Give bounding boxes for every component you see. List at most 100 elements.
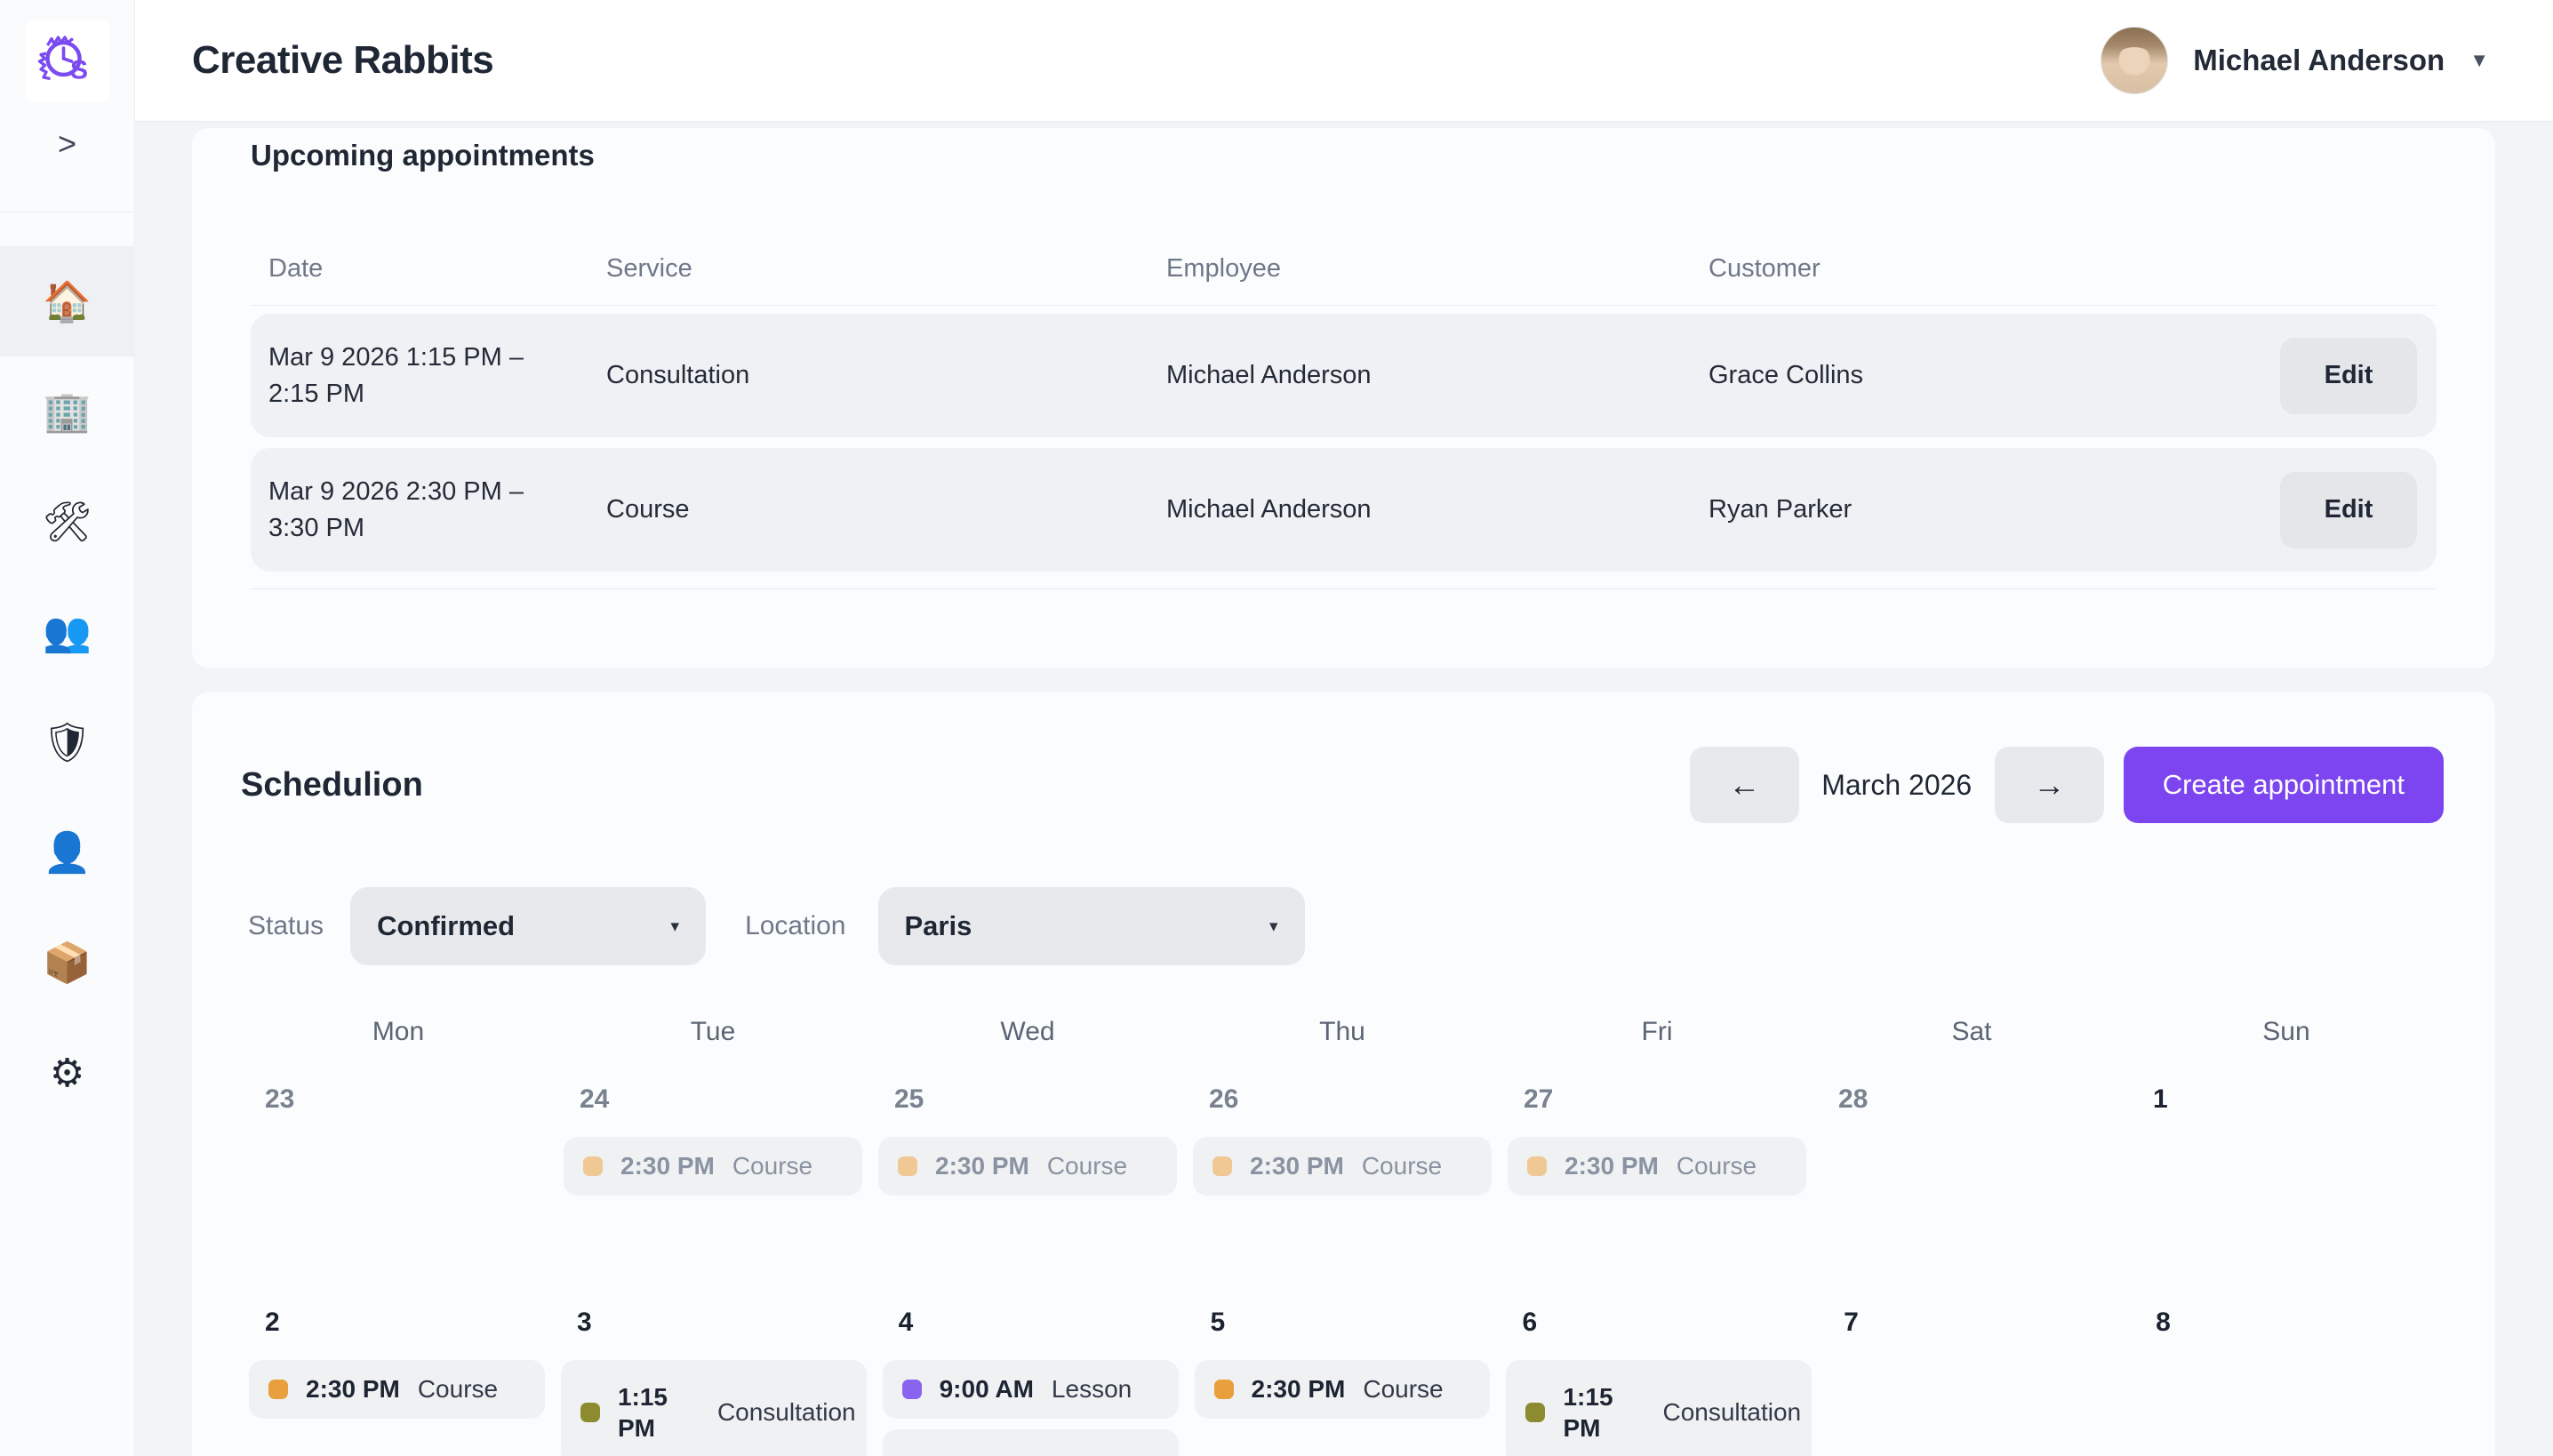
upcoming-appointments-title: Upcoming appointments	[251, 139, 2437, 172]
event-chip-partial[interactable]	[883, 1429, 1179, 1456]
weekday-label: Fri	[1500, 1017, 1814, 1047]
day-number: 28	[1822, 1084, 2121, 1115]
column-header-customer: Customer	[1709, 254, 2224, 284]
home-icon: 🏠	[43, 278, 92, 324]
day-events: 1:15 PM Consultation	[1506, 1360, 1812, 1456]
appointment-service: Course	[606, 495, 1166, 524]
sidebar-item-security[interactable]: 🛡	[0, 687, 134, 797]
calendar-day-cell: 272:30 PMCourse	[1500, 1084, 1814, 1196]
calendar-weekday-header: MonTueWedThuFriSatSun	[241, 1017, 2444, 1047]
day-events: 9:00 AMLesson	[883, 1360, 1179, 1456]
status-select[interactable]: Confirmed ▾	[350, 887, 706, 965]
sidebar-item-services[interactable]: 🛠	[0, 467, 134, 577]
appointment-service: Consultation	[606, 361, 1166, 390]
calendar-week-row: 23242:30 PMCourse252:30 PMCourse262:30 P…	[241, 1084, 2444, 1196]
day-number: 7	[1828, 1308, 2124, 1338]
avatar[interactable]	[2101, 27, 2168, 94]
day-events: 2:30 PM Course	[249, 1360, 545, 1419]
weekday-label: Mon	[241, 1017, 556, 1047]
calendar-day-cell: 2 2:30 PM Course	[241, 1308, 553, 1419]
event-time: 1:15 PM	[1563, 1381, 1645, 1444]
chevron-down-icon[interactable]: ▼	[2469, 49, 2489, 72]
weekday-label: Wed	[870, 1017, 1185, 1047]
edit-button[interactable]: Edit	[2280, 338, 2417, 414]
customers-icon: 👤	[43, 829, 92, 876]
location-select-value: Paris	[905, 910, 972, 942]
next-month-button[interactable]: →	[1995, 747, 2104, 823]
event-chip[interactable]: 2:30 PMCourse	[1508, 1137, 1806, 1196]
schedule-header: Schedulion ← March 2026 → Create appoint…	[241, 747, 2444, 823]
appointment-date: Mar 9 2026 1:15 PM –2:15 PM	[268, 340, 606, 412]
schedule-controls: ← March 2026 → Create appointment	[1690, 747, 2444, 823]
appointment-customer: Grace Collins	[1709, 361, 2224, 390]
event-chip[interactable]: 2:30 PM Course	[564, 1137, 862, 1196]
calendar-day-cell: 1	[2129, 1084, 2444, 1115]
event-chip[interactable]: 2:30 PMCourse	[1195, 1360, 1491, 1419]
day-number: 5	[1195, 1308, 1491, 1338]
day-events: 2:30 PMCourse	[1508, 1137, 1806, 1196]
weekday-label: Sun	[2129, 1017, 2444, 1047]
calendar-day-cell: 24 2:30 PM Course	[556, 1084, 870, 1196]
day-events: 1:15 PMConsultation	[561, 1360, 867, 1456]
schedule-card: Schedulion ← March 2026 → Create appoint…	[191, 691, 2496, 1456]
day-number: 2	[249, 1308, 545, 1338]
weekday-label: Thu	[1185, 1017, 1500, 1047]
services-icon: 🛠	[43, 499, 92, 545]
event-time: 2:30 PM	[620, 1152, 715, 1180]
event-color-dot	[1214, 1380, 1234, 1399]
event-time: 2:30 PM	[306, 1375, 400, 1404]
appointments-table-header: Date Service Employee Customer	[251, 254, 2437, 306]
sidebar-item-products[interactable]: 📦	[0, 908, 134, 1018]
event-chip[interactable]: 1:15 PMConsultation	[561, 1360, 867, 1456]
appointment-employee: Michael Anderson	[1166, 495, 1709, 524]
sidebar-item-customers[interactable]: 👤	[0, 797, 134, 908]
event-chip[interactable]: 2:30 PM Course	[249, 1360, 545, 1419]
arrow-left-icon: ←	[1728, 766, 1760, 803]
event-service: Course	[732, 1152, 812, 1180]
content: Upcoming appointments Date Service Emplo…	[135, 122, 2553, 1456]
event-time: 2:30 PM	[1252, 1375, 1346, 1404]
prev-month-button[interactable]: ←	[1690, 747, 1799, 823]
settings-icon: ⚙	[50, 1051, 84, 1096]
security-icon: 🛡	[43, 719, 92, 765]
sidebar-item-settings[interactable]: ⚙	[0, 1018, 134, 1128]
day-number: 23	[249, 1084, 548, 1115]
calendar-day-cell: 3 1:15 PMConsultation	[553, 1308, 875, 1456]
appointment-employee: Michael Anderson	[1166, 361, 1709, 390]
table-row: Mar 9 2026 1:15 PM –2:15 PMConsultationM…	[251, 314, 2437, 437]
arrow-right-icon: →	[2033, 766, 2065, 803]
event-time: 2:30 PM	[1565, 1152, 1659, 1180]
event-chip[interactable]: 2:30 PMCourse	[1193, 1137, 1492, 1196]
day-number: 3	[561, 1308, 867, 1338]
event-service: Course	[418, 1375, 498, 1404]
table-bottom-divider	[251, 588, 2437, 589]
event-time: 2:30 PM	[935, 1152, 1029, 1180]
event-service: Lesson	[1052, 1375, 1132, 1404]
employees-icon: 👥	[43, 609, 92, 655]
lion-clock-logo-icon: S	[36, 29, 100, 93]
day-number: 24	[564, 1084, 862, 1115]
appointments-table-body: Mar 9 2026 1:15 PM –2:15 PMConsultationM…	[251, 314, 2437, 572]
event-chip[interactable]: 1:15 PM Consultation	[1506, 1360, 1812, 1456]
event-color-dot	[583, 1156, 603, 1176]
schedule-title: Schedulion	[241, 766, 423, 804]
calendar-grid: 23242:30 PMCourse252:30 PMCourse262:30 P…	[241, 1084, 2444, 1456]
edit-button[interactable]: Edit	[2280, 472, 2417, 548]
sidebar-item-home[interactable]: 🏠	[0, 246, 134, 356]
day-number: 6	[1506, 1308, 1812, 1338]
appointment-date: Mar 9 2026 2:30 PM –3:30 PM	[268, 474, 606, 546]
event-service: Consultation	[1662, 1398, 1801, 1427]
create-appointment-button[interactable]: Create appointment	[2124, 747, 2444, 823]
sidebar-expand-button[interactable]: >	[36, 117, 99, 171]
calendar-day-cell: 6 1:15 PM Consultation	[1498, 1308, 1820, 1456]
day-number: 8	[2140, 1308, 2436, 1338]
event-chip[interactable]: 9:00 AMLesson	[883, 1360, 1179, 1419]
user-menu[interactable]: Michael Anderson ▼	[2101, 27, 2489, 94]
sidebar-item-employees[interactable]: 👥	[0, 577, 134, 687]
event-color-dot	[1527, 1156, 1547, 1176]
day-events: 2:30 PMCourse	[1195, 1360, 1491, 1419]
calendar-day-cell: 28	[1814, 1084, 2129, 1115]
sidebar-item-company[interactable]: 🏢	[0, 356, 134, 467]
location-select[interactable]: Paris ▾	[878, 887, 1305, 965]
event-chip[interactable]: 2:30 PMCourse	[878, 1137, 1177, 1196]
